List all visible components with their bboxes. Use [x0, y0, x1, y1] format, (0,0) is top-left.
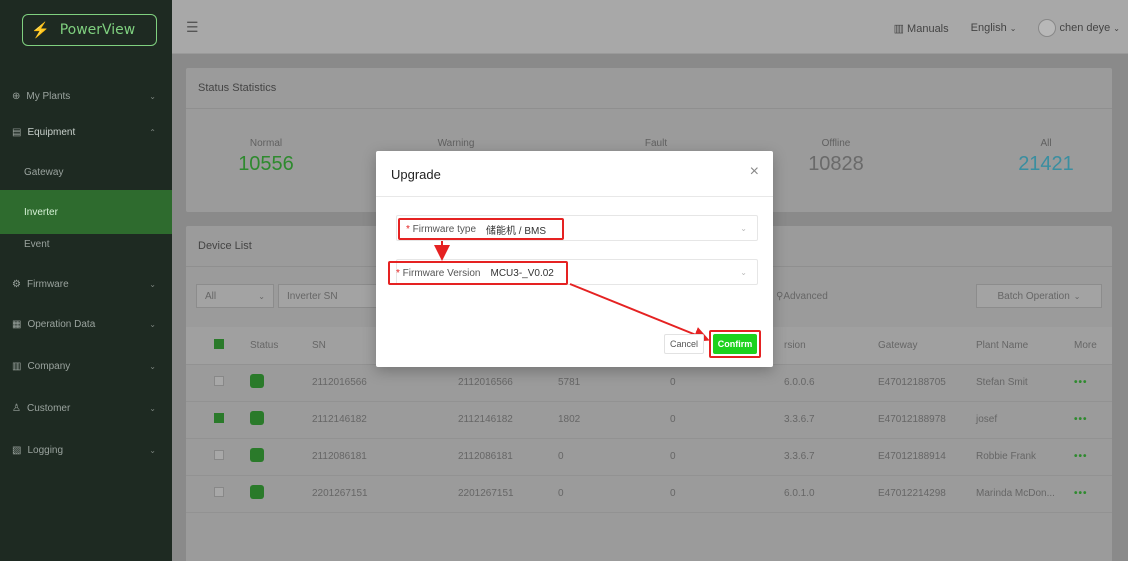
stat-offline[interactable]: Offline 10828 [756, 138, 916, 176]
chevron-down-icon: ⌄ [740, 223, 747, 233]
top-right-controls: ▥ Manuals English ⌄ chen deye ⌄ [894, 19, 1120, 37]
customer-icon: ♙ [12, 402, 21, 414]
firmware-version-field[interactable]: * Firmware Version MCU3-_V0.02 [388, 261, 568, 285]
status-online-icon [250, 485, 264, 499]
firmware-type-value: 储能机 / BMS [486, 225, 547, 237]
status-title: Status Statistics [198, 82, 277, 94]
manuals-link[interactable]: ▥ Manuals [894, 22, 949, 35]
more-icon[interactable]: ••• [1074, 377, 1088, 388]
upgrade-modal: Upgrade × ⌄ * Firmware type 储能机 / BMS ⌄ … [376, 151, 773, 367]
chevron-down-icon: ⌄ [149, 403, 156, 413]
top-bar: ☰ ▥ Manuals English ⌄ chen deye ⌄ [172, 0, 1128, 54]
row-checkbox[interactable] [214, 376, 224, 386]
stat-all[interactable]: All 21421 [966, 138, 1126, 176]
select-all-checkbox[interactable] [186, 327, 242, 365]
arrow-version-to-confirm [569, 283, 710, 342]
row-checkbox[interactable] [214, 413, 224, 423]
search-icon: ⚲ [776, 290, 784, 302]
chevron-down-icon: ⌄ [149, 445, 156, 455]
row-checkbox[interactable] [214, 450, 224, 460]
equipment-icon: ▤ [12, 126, 22, 138]
chevron-down-icon: ⌄ [149, 279, 156, 289]
table-row[interactable]: 2201267151 2201267151 0 0 6.0.1.0 E47012… [186, 475, 1112, 513]
avatar [1038, 19, 1057, 37]
batch-operation-button[interactable]: Batch Operation ⌄ [976, 284, 1102, 308]
divider [186, 108, 1112, 109]
col-more: More [1066, 327, 1112, 365]
gear-icon: ⚙ [12, 278, 21, 290]
sidebar-item-event[interactable]: Event [0, 222, 172, 266]
firmware-version-value: MCU3-_V0.02 [490, 267, 554, 279]
chevron-down-icon: ⌄ [149, 91, 156, 101]
log-icon: ▧ [12, 444, 22, 456]
table-row[interactable]: 2112086181 2112086181 0 0 3.3.6.7 E47012… [186, 438, 1112, 476]
more-icon[interactable]: ••• [1074, 451, 1088, 462]
sidebar-item-gateway[interactable]: Gateway [0, 150, 172, 194]
col-status: Status [242, 327, 304, 365]
cancel-button[interactable]: Cancel [664, 334, 704, 354]
chevron-down-icon: ⌄ [1113, 23, 1120, 33]
chevron-down-icon: ⌄ [740, 267, 747, 277]
sidebar: ⚡ PowerView ⊕ My Plants ⌄ ▤ Equipment ⌃ Gate… [0, 0, 172, 561]
row-checkbox[interactable] [214, 487, 224, 497]
logo-text: PowerView [59, 22, 136, 38]
chevron-up-icon: ⌃ [149, 127, 156, 137]
sidebar-item-company[interactable]: ▥ Company ⌄ [0, 344, 172, 388]
book-icon: ▥ [893, 22, 908, 35]
more-icon[interactable]: ••• [1074, 488, 1088, 499]
col-version: rsion [776, 327, 870, 365]
stat-normal[interactable]: Normal 10556 [186, 138, 346, 176]
table-row[interactable]: 2112146182 2112146182 1802 0 3.3.6.7 E47… [186, 401, 1112, 439]
logo[interactable]: ⚡ PowerView [22, 14, 157, 46]
chevron-down-icon: ⌄ [1073, 291, 1081, 301]
menu-icon[interactable]: ☰ [186, 19, 199, 36]
advanced-button[interactable]: ⚲ Advanced [768, 284, 868, 308]
status-online-icon [250, 411, 264, 425]
confirm-button[interactable]: Confirm [713, 334, 757, 354]
status-online-icon [250, 374, 264, 388]
sidebar-item-operation-data[interactable]: ▦ Operation Data ⌄ [0, 302, 172, 346]
checkbox[interactable] [214, 338, 224, 349]
firmware-type-field[interactable]: * Firmware type 储能机 / BMS [398, 218, 564, 240]
status-online-icon [250, 448, 264, 462]
sidebar-item-logging[interactable]: ▧ Logging ⌄ [0, 428, 172, 472]
col-gateway: Gateway [870, 327, 968, 365]
chevron-down-icon: ⌄ [1009, 24, 1017, 33]
sidebar-item-firmware[interactable]: ⚙ Firmware ⌄ [0, 262, 172, 306]
col-plant-name: Plant Name [968, 327, 1066, 365]
lightning-icon: ⚡ [31, 22, 50, 39]
divider [376, 196, 773, 197]
chevron-down-icon: ⌄ [149, 361, 156, 371]
globe-icon: ⊕ [12, 90, 21, 102]
table-row[interactable]: 2112016566 2112016566 5781 0 6.0.0.6 E47… [186, 364, 1112, 402]
chevron-down-icon: ⌄ [149, 319, 156, 329]
sidebar-item-customer[interactable]: ♙ Customer ⌄ [0, 386, 172, 430]
chevron-down-icon: ⌄ [258, 291, 265, 301]
close-icon[interactable]: × [750, 163, 759, 181]
grid-icon: ▦ [12, 318, 22, 330]
company-icon: ▥ [12, 360, 22, 372]
filter-select[interactable]: All ⌄ [196, 284, 274, 308]
sidebar-item-equipment[interactable]: ▤ Equipment ⌃ [0, 110, 172, 154]
modal-title: Upgrade [391, 167, 441, 182]
device-list-title: Device List [198, 240, 252, 252]
user-menu[interactable]: chen deye ⌄ [1038, 19, 1120, 37]
language-select[interactable]: English ⌄ [971, 22, 1017, 34]
more-icon[interactable]: ••• [1074, 414, 1088, 425]
